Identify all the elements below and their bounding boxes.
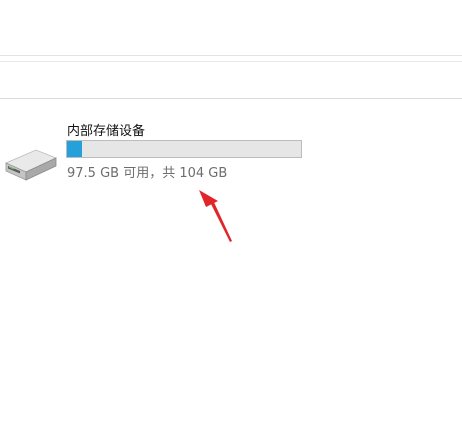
annotation-arrow [188,186,240,246]
drive-capacity-info: 97.5 GB 可用，共 104 GB [67,166,228,181]
section-divider [0,98,462,99]
toolbar-area [0,0,462,55]
capacity-bar-fill [67,141,82,157]
capacity-bar [66,140,302,158]
divider [0,61,462,62]
drive-item-internal-storage[interactable]: 内部存储设备 97.5 GB 可用，共 104 GB [0,112,320,184]
drive-name: 内部存储设备 [67,124,146,139]
divider [0,55,462,56]
hard-drive-icon [2,146,58,186]
